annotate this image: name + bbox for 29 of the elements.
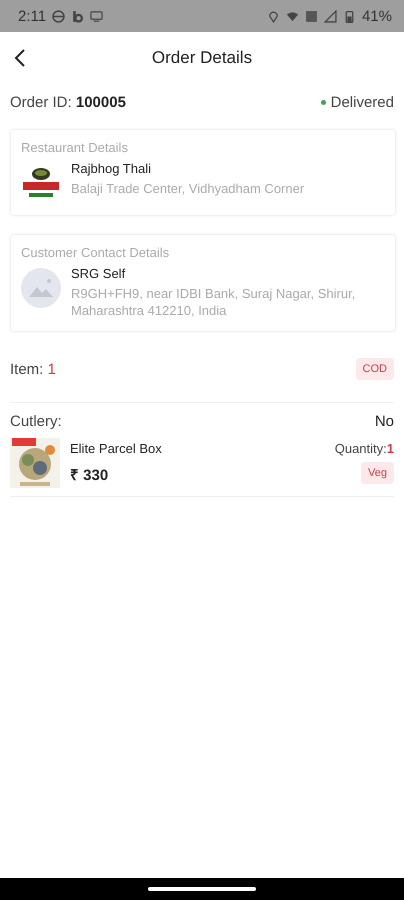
status-time: 2:11 (18, 8, 46, 24)
order-id: Order ID: 100005 (10, 94, 126, 110)
signal-icon (324, 10, 337, 22)
image-placeholder-icon (21, 268, 61, 308)
cutlery-value: No (374, 412, 394, 430)
wifi-icon (286, 10, 299, 22)
payment-tag: COD (356, 358, 394, 380)
order-status: Delivered (330, 94, 394, 110)
quantity: Quantity:1 (334, 441, 394, 456)
battery-icon (342, 10, 356, 22)
battery-percent: 41% (362, 8, 392, 24)
customer-name: SRG Self (71, 266, 126, 281)
globe-icon (52, 10, 66, 22)
cutlery-label: Cutlery: (10, 412, 62, 430)
b-app-icon (71, 10, 84, 22)
item-count: Item: 1 (10, 360, 56, 378)
product-price: ₹ 330 (70, 466, 110, 484)
page-title: Order Details (152, 48, 252, 68)
home-handle[interactable] (148, 887, 256, 891)
monitor-icon (90, 10, 104, 22)
product-name: Elite Parcel Box (70, 441, 162, 456)
restaurant-name: Rajbhog Thali (71, 161, 152, 176)
card-heading: Customer Contact Details (21, 245, 170, 260)
location-icon (266, 10, 280, 22)
card-heading: Restaurant Details (21, 140, 129, 155)
status-dot (320, 100, 326, 104)
restaurant-address: Balaji Trade Center, Vidhyadham Corner (71, 180, 304, 197)
customer-address: R9GH+FH9, near IDBI Bank, Suraj Nagar, Shirur, Maharashtra 412210, India (71, 285, 356, 319)
veg-tag: Veg (361, 462, 394, 484)
